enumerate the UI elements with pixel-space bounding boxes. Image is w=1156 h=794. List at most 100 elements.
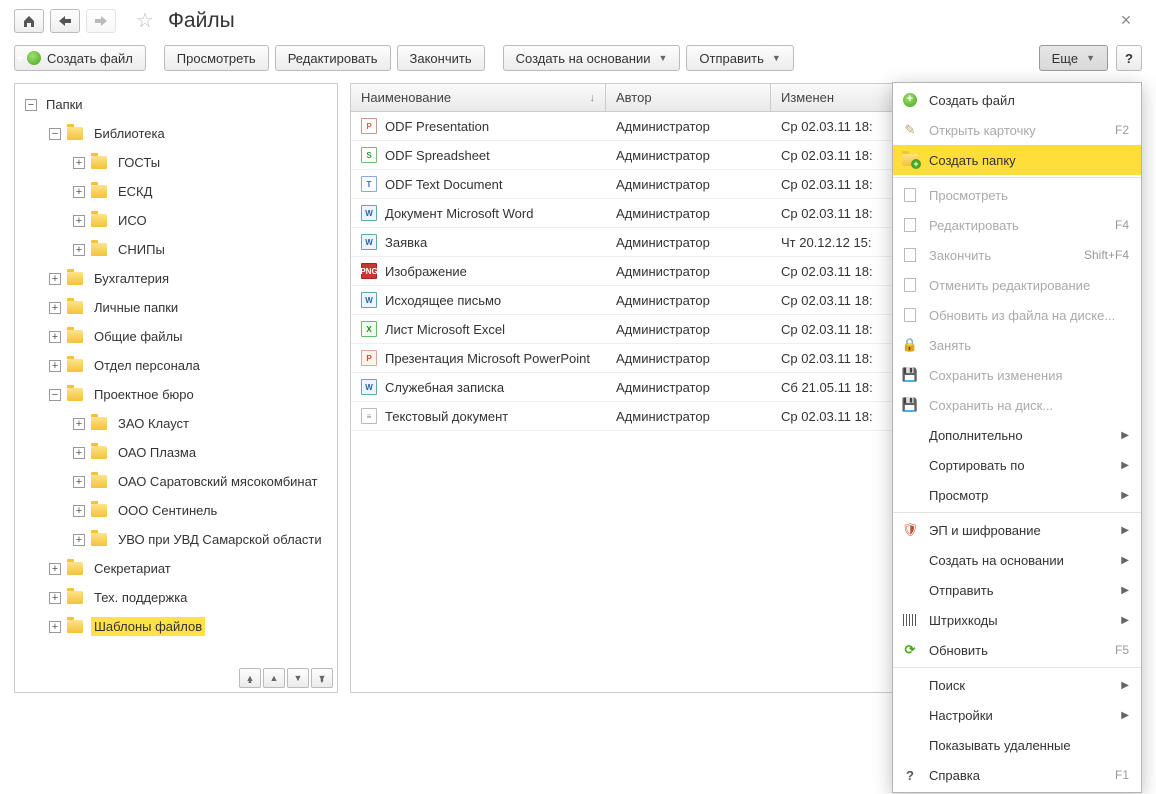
menu-item-label: Показывать удаленные [929,738,1129,753]
tree-nav-down[interactable]: ▼ [287,668,309,688]
expand-icon[interactable]: + [49,302,61,314]
folder-icon [91,185,107,198]
menu-item: Обновить из файла на диске... [893,300,1141,330]
file-type-icon: W [361,205,377,221]
tree-item[interactable]: +Отдел персонала [17,351,335,380]
menu-item[interactable]: 🛡ЭП и шифрование▶ [893,515,1141,545]
menu-item[interactable]: ?СправкаF1 [893,760,1141,790]
edit-button[interactable]: Редактировать [275,45,391,71]
file-author: Администратор [606,119,771,134]
expand-icon[interactable]: + [73,418,85,430]
home-button[interactable] [14,9,44,33]
expand-icon[interactable]: + [49,621,61,633]
tree-item[interactable]: +ЗАО Клауст [17,409,335,438]
column-header-author[interactable]: Автор [606,84,771,111]
expand-icon[interactable]: + [73,505,85,517]
tree-item[interactable]: +ООО Сентинель [17,496,335,525]
chevron-down-icon: ▼ [658,53,667,63]
menu-item[interactable]: Настройки▶ [893,700,1141,730]
file-type-icon: P [361,350,377,366]
file-type-icon: W [361,234,377,250]
send-button[interactable]: Отправить▼ [686,45,793,71]
expand-icon[interactable]: + [73,244,85,256]
more-button[interactable]: Еще▼ [1039,45,1108,71]
expand-icon[interactable]: − [25,99,37,111]
tree-nav-up[interactable]: ▲ [263,668,285,688]
tree-item[interactable]: +ОАО Плазма [17,438,335,467]
menu-item[interactable]: Сортировать по▶ [893,450,1141,480]
submenu-arrow-icon: ▶ [1121,490,1129,501]
menu-item[interactable]: Дополнительно▶ [893,420,1141,450]
tree-item[interactable]: +Секретариат [17,554,335,583]
expand-icon[interactable]: + [49,331,61,343]
expand-icon[interactable]: + [73,215,85,227]
menu-item-label: Обновить из файла на диске... [929,308,1129,323]
menu-item[interactable]: Показывать удаленные [893,730,1141,760]
blank-icon [901,456,919,474]
file-author: Администратор [606,264,771,279]
tree-item[interactable]: +ЕСКД [17,177,335,206]
tree-item[interactable]: +Тех. поддержка [17,583,335,612]
refresh-icon: ⟳ [901,641,919,659]
tree-item[interactable]: +ОАО Саратовский мясокомбинат [17,467,335,496]
view-button[interactable]: Просмотреть [164,45,269,71]
tree-item[interactable]: +Общие файлы [17,322,335,351]
menu-item[interactable]: Создать файл [893,85,1141,115]
tree-item[interactable]: +Личные папки [17,293,335,322]
expand-icon[interactable]: + [73,534,85,546]
favorite-star-icon[interactable]: ☆ [136,8,154,33]
menu-item-label: Отправить [929,583,1121,598]
create-on-basis-button[interactable]: Создать на основании▼ [503,45,681,71]
expand-icon[interactable]: + [49,273,61,285]
expand-icon[interactable]: + [49,360,61,372]
menu-item[interactable]: Создать на основании▶ [893,545,1141,575]
tree-item[interactable]: + Бухгалтерия [17,264,335,293]
shield-icon: 🛡 [901,521,919,539]
menu-item[interactable]: Создать папку [893,145,1141,175]
menu-item[interactable]: Штрихкоды▶ [893,605,1141,635]
menu-item[interactable]: ⟳ОбновитьF5 [893,635,1141,665]
file-name: Изображение [385,264,467,279]
menu-item: Просмотреть [893,180,1141,210]
lock-icon: 🔒 [901,336,919,354]
tree-item-label: ИСО [115,211,150,230]
header-bar: ☆ Файлы × [0,0,1156,41]
collapse-icon[interactable]: − [49,389,61,401]
tree-nav-bottom[interactable]: ▼▼ [311,668,333,688]
expand-icon[interactable]: + [73,186,85,198]
tree-item[interactable]: + ИСО [17,206,335,235]
forward-button[interactable] [86,9,116,33]
expand-icon[interactable]: + [73,157,85,169]
menu-item-label: Поиск [929,678,1121,693]
tree-root[interactable]: −Папки [17,90,335,119]
close-button[interactable]: × [1116,10,1136,31]
menu-shortcut: F5 [1115,643,1129,657]
menu-item[interactable]: Просмотр▶ [893,480,1141,510]
tree-item-label: Бухгалтерия [91,269,172,288]
tree-item[interactable]: +Шаблоны файлов [17,612,335,641]
tree-nav-top[interactable]: ▲▲ [239,668,261,688]
blank-icon [901,706,919,724]
folder-tree[interactable]: −Папки−Библиотека+ГОСТы+ЕСКД+ИСО+СНИПы+Б… [15,84,337,664]
expand-icon[interactable]: + [49,563,61,575]
file-type-icon: X [361,321,377,337]
file-type-icon: P [361,118,377,134]
column-header-name[interactable]: Наименование ↓ [351,84,606,111]
tree-item[interactable]: +ГОСТы [17,148,335,177]
expand-icon[interactable]: + [73,447,85,459]
tree-item[interactable]: −Проектное бюро [17,380,335,409]
tree-item[interactable]: +УВО при УВД Самарской области [17,525,335,554]
help-button[interactable]: ? [1116,45,1142,71]
expand-icon[interactable]: + [73,476,85,488]
back-button[interactable] [50,9,80,33]
tree-item[interactable]: +СНИПы [17,235,335,264]
menu-item[interactable]: Отправить▶ [893,575,1141,605]
create-file-button[interactable]: Создать файл [14,45,146,71]
folder-icon [67,359,83,372]
menu-item: ЗакончитьShift+F4 [893,240,1141,270]
tree-item[interactable]: −Библиотека [17,119,335,148]
finish-button[interactable]: Закончить [397,45,485,71]
expand-icon[interactable]: + [49,592,61,604]
menu-item[interactable]: Поиск▶ [893,670,1141,700]
collapse-icon[interactable]: − [49,128,61,140]
